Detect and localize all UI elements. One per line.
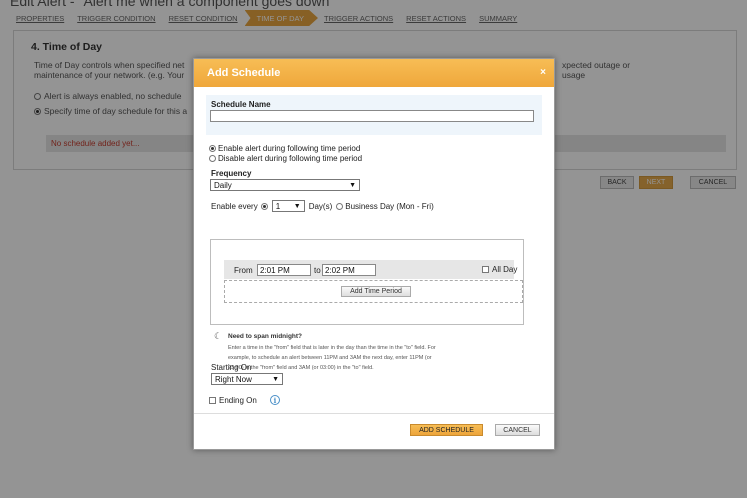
business-day-label: Business Day (Mon - Fri) bbox=[345, 201, 434, 211]
all-day-option[interactable]: All Day bbox=[482, 265, 517, 274]
frequency-value: Daily bbox=[214, 180, 232, 190]
starting-on-label: Starting On bbox=[211, 363, 252, 372]
time-period-row: From to All Day bbox=[224, 260, 517, 279]
frequency-label: Frequency bbox=[211, 169, 252, 178]
every-count-select[interactable]: 1 ▼ bbox=[271, 200, 305, 212]
schedule-name-input[interactable] bbox=[210, 110, 534, 122]
add-schedule-button[interactable]: ADD SCHEDULE bbox=[410, 424, 483, 436]
dialog-header: Add Schedule × bbox=[194, 59, 554, 87]
enable-alert-label: Enable alert during following time perio… bbox=[218, 144, 361, 153]
dialog-body: Schedule Name Enable alert during follow… bbox=[194, 87, 556, 451]
help-line-1: Enter a time in the "from" field that is… bbox=[228, 345, 436, 351]
enable-every-row: Enable every 1 ▼ Day(s) Business Day (Mo… bbox=[211, 200, 434, 212]
close-icon[interactable]: × bbox=[540, 67, 546, 78]
all-day-label: All Day bbox=[492, 265, 518, 274]
disable-alert-label: Disable alert during following time peri… bbox=[218, 154, 363, 163]
to-time-input[interactable] bbox=[322, 264, 376, 276]
from-time-input[interactable] bbox=[257, 264, 311, 276]
ending-on-label: Ending On bbox=[219, 396, 257, 405]
add-time-period-area: Add Time Period bbox=[224, 280, 523, 303]
ending-on-checkbox[interactable] bbox=[209, 397, 216, 404]
help-text: Enter a time in the "from" field that is… bbox=[228, 343, 528, 373]
help-line-3: 23:00) in the "from" field and 3AM (or 0… bbox=[228, 365, 374, 371]
from-label: From bbox=[234, 266, 253, 275]
starting-on-value: Right Now bbox=[215, 374, 252, 384]
midnight-help-icon: ☾ bbox=[214, 331, 223, 341]
all-day-checkbox[interactable] bbox=[482, 266, 489, 273]
chevron-down-icon: ▼ bbox=[349, 181, 356, 189]
help-title: Need to span midnight? bbox=[228, 333, 303, 340]
footer-divider bbox=[194, 413, 554, 414]
add-schedule-dialog: Add Schedule × Schedule Name Enable aler… bbox=[193, 58, 555, 450]
schedule-name-label: Schedule Name bbox=[211, 100, 271, 109]
radio-business-day[interactable] bbox=[336, 202, 344, 210]
every-count-value: 1 bbox=[275, 201, 281, 211]
radio-every-days[interactable] bbox=[260, 202, 268, 210]
ending-on-option[interactable]: Ending On bbox=[209, 396, 257, 405]
help-line-2: example, to schedule an alert between 11… bbox=[228, 355, 432, 361]
schedule-name-panel: Schedule Name bbox=[206, 95, 542, 135]
starting-on-select[interactable]: Right Now ▼ bbox=[211, 373, 283, 385]
enable-alert-option[interactable]: Enable alert during following time perio… bbox=[209, 144, 360, 153]
enable-every-label: Enable every bbox=[211, 201, 258, 211]
time-period-box: From to All Day Add Time Period bbox=[210, 239, 524, 325]
disable-alert-option[interactable]: Disable alert during following time peri… bbox=[209, 154, 362, 163]
to-label: to bbox=[314, 266, 321, 275]
info-icon[interactable]: i bbox=[270, 395, 280, 405]
frequency-select[interactable]: Daily ▼ bbox=[210, 179, 360, 191]
add-time-period-button[interactable]: Add Time Period bbox=[341, 286, 411, 297]
chevron-down-icon: ▼ bbox=[272, 375, 279, 383]
dialog-title: Add Schedule bbox=[207, 67, 281, 79]
days-label: Day(s) bbox=[308, 201, 333, 211]
chevron-down-icon: ▼ bbox=[293, 202, 301, 210]
dialog-cancel-button[interactable]: CANCEL bbox=[495, 424, 540, 436]
radio-disable-alert[interactable] bbox=[209, 155, 216, 162]
radio-enable-alert[interactable] bbox=[209, 145, 216, 152]
